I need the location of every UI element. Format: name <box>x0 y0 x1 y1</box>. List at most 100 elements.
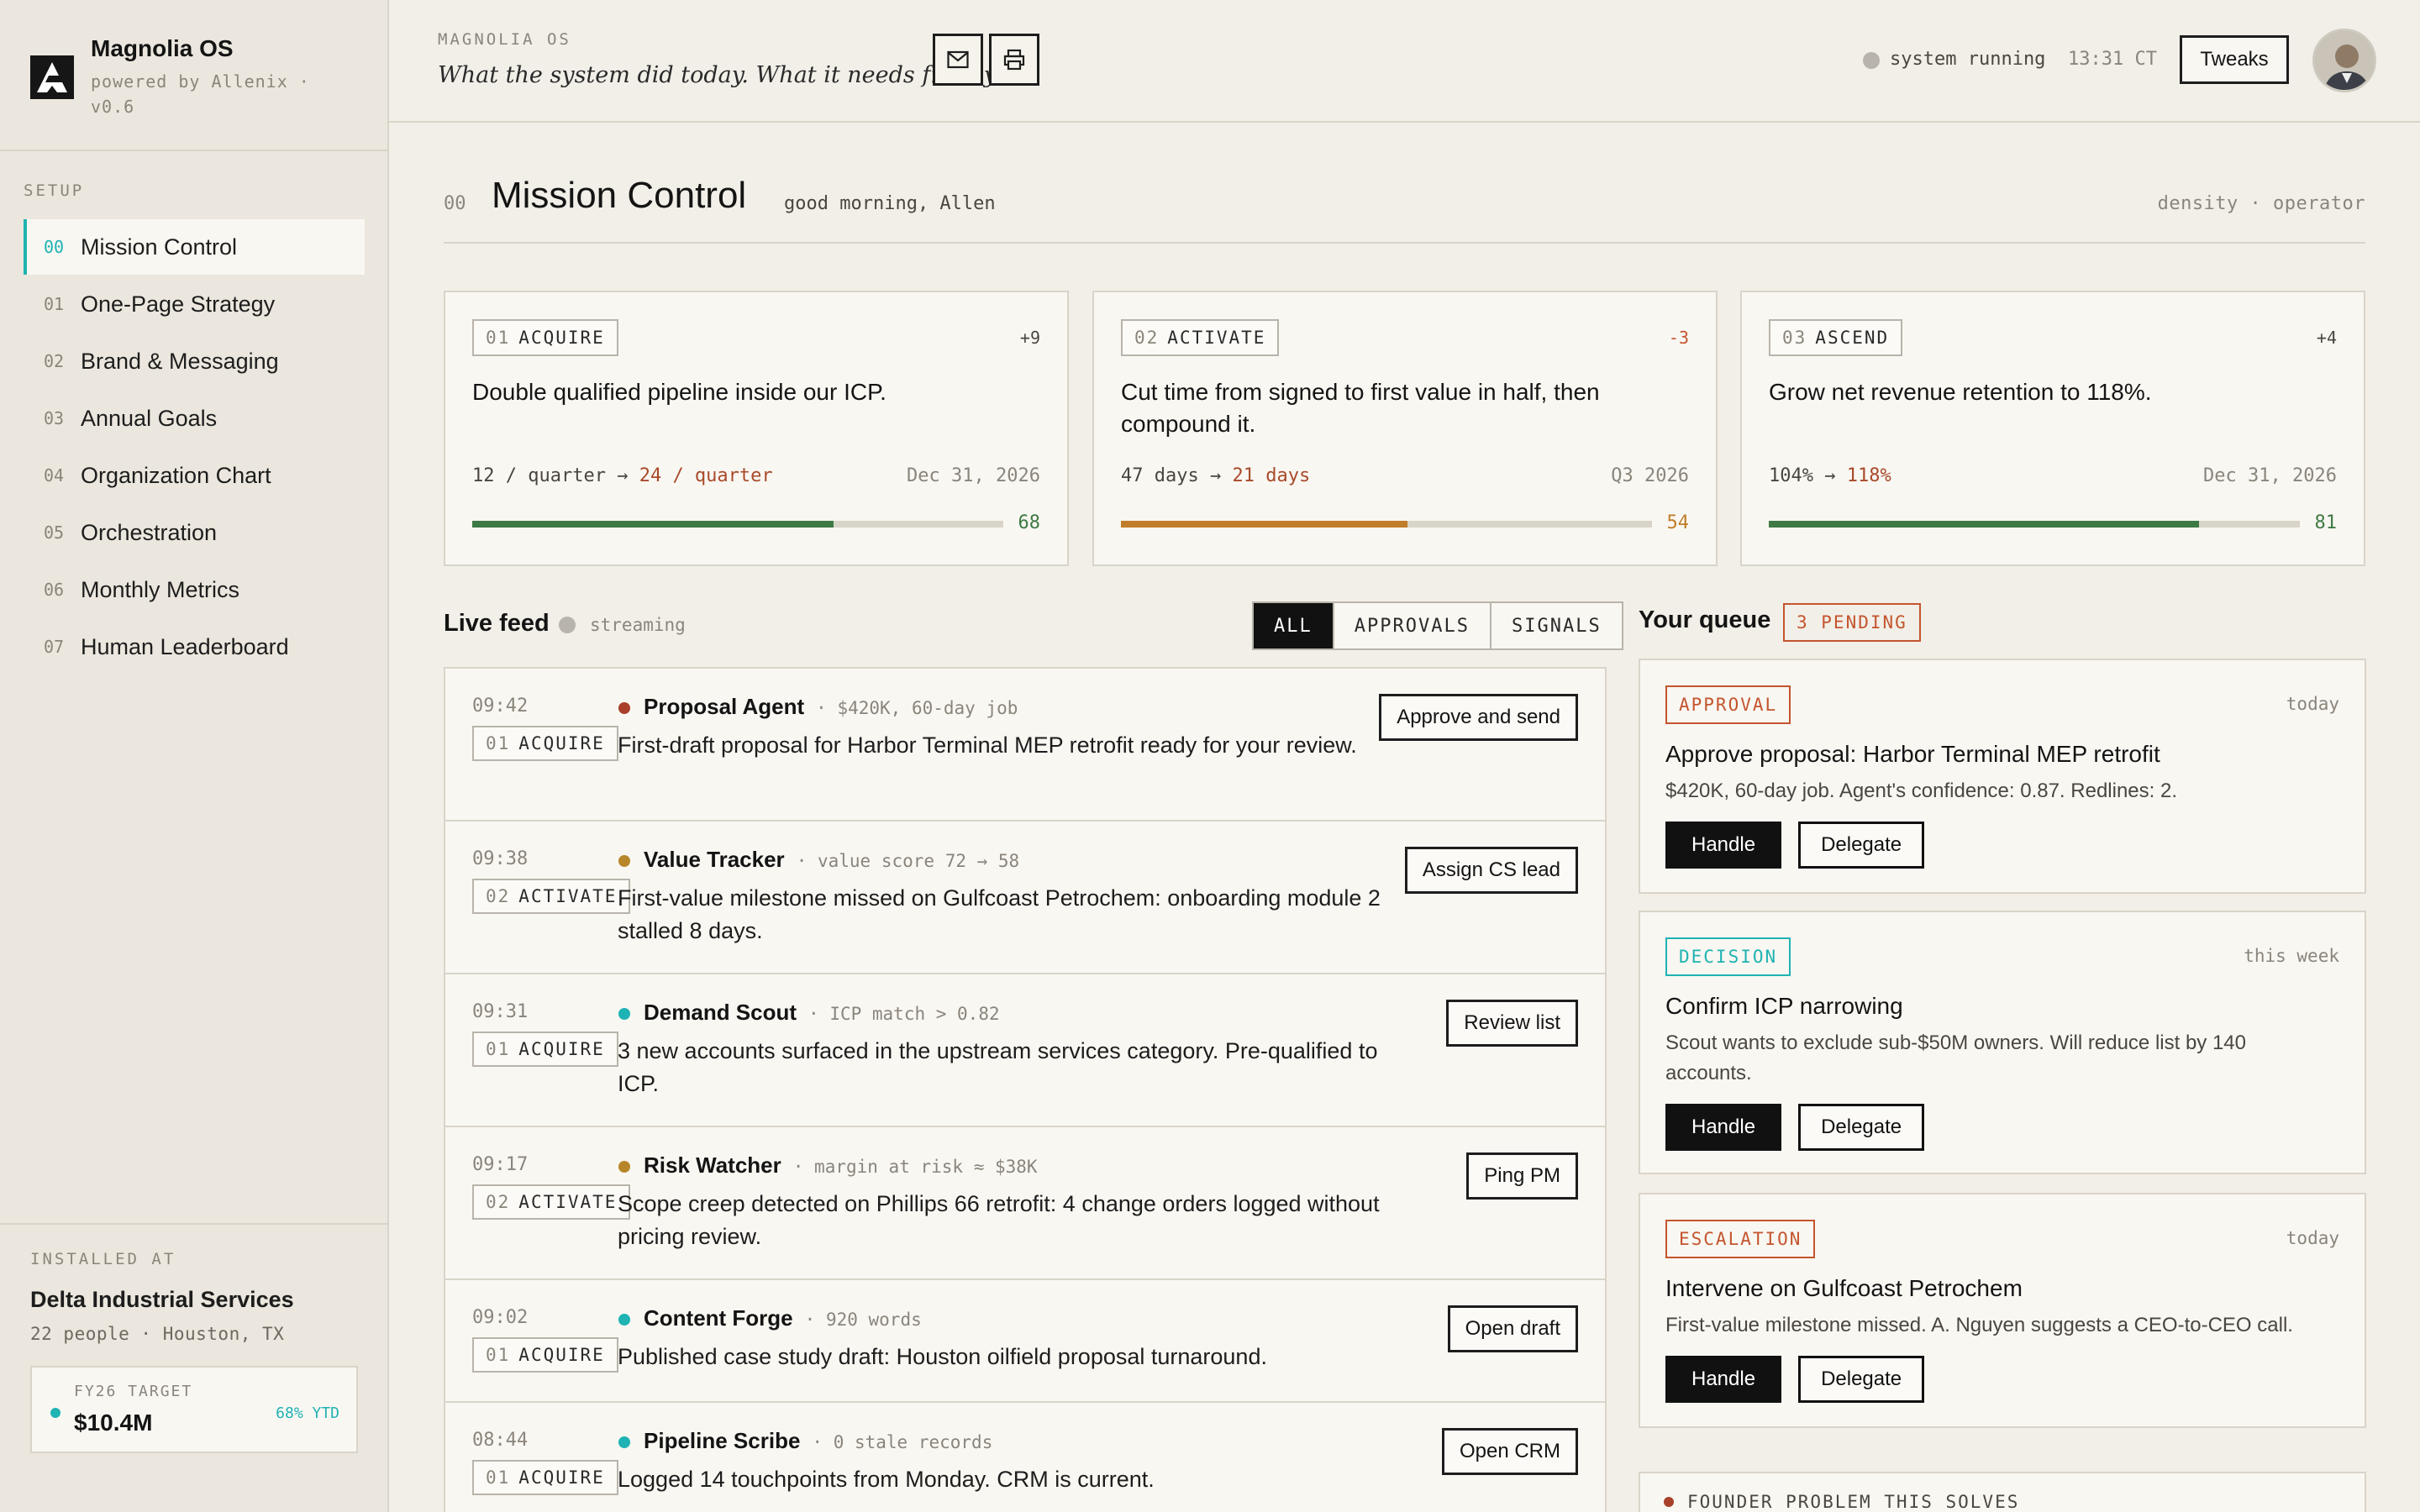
nav-number: 05 <box>44 522 65 543</box>
target-value: $10.4M <box>74 1410 153 1436</box>
print-button[interactable] <box>989 34 1039 86</box>
feed-message: First-draft proposal for Harbor Terminal… <box>618 732 1357 758</box>
header-clock: 13:31 CT <box>2068 49 2157 70</box>
delegate-button[interactable]: Delegate <box>1798 1356 1925 1403</box>
sidebar-item-annual-goals[interactable]: 03 Annual Goals <box>24 391 365 446</box>
goal-progress-fill <box>1121 521 1408 528</box>
agent-name: Content Forge · 920 words <box>644 1305 922 1331</box>
top-header: MAGNOLIA OS What the system did today. W… <box>389 0 2420 123</box>
target-status-dot <box>50 1408 60 1418</box>
nav-number: 06 <box>44 580 65 600</box>
agent-name: Pipeline Scribe · 0 stale records <box>644 1428 993 1453</box>
handle-button[interactable]: Handle <box>1665 1104 1782 1151</box>
queue-card-desc: Scout wants to exclude sub-$50M owners. … <box>1665 1032 2246 1084</box>
goal-card-activate[interactable]: 02 ACTIVATE -3 Cut time from signed to fi… <box>1092 291 1718 566</box>
sidebar-divider <box>0 150 387 151</box>
ping-pm-button[interactable]: Ping PM <box>1466 1152 1578 1200</box>
feed-message: 3 new accounts surfaced in the upstream … <box>618 1038 1378 1096</box>
founder-problem-label: FOUNDER PROBLEM THIS SOLVES <box>1687 1492 2020 1512</box>
sidebar-item-human-leaderboard[interactable]: 07 Human Leaderboard <box>24 619 365 675</box>
mail-button[interactable] <box>933 34 983 86</box>
sidebar-nav: 00 Mission Control 01 One-Page Strategy … <box>24 219 365 676</box>
company-meta: 22 people · Houston, TX <box>30 1324 285 1344</box>
queue-card-desc: $420K, 60-day job. Agent's confidence: 0… <box>1665 780 2177 802</box>
feed-tag: 01 ACQUIRE <box>472 1337 618 1373</box>
goal-score: 54 <box>1666 512 1690 533</box>
user-avatar[interactable] <box>2312 29 2376 92</box>
page-greeting: good morning, Allen <box>784 193 996 214</box>
goal-card-ascend[interactable]: 03 ASCEND +4 Grow net revenue retention t… <box>1740 291 2365 566</box>
magnolia-logo-icon <box>30 55 74 99</box>
target-ytd: 68% YTD <box>276 1404 339 1422</box>
company-name: Delta Industrial Services <box>30 1287 294 1312</box>
feed-filter-group: ALL APPROVALS SIGNALS <box>1252 601 1623 650</box>
filter-signals[interactable]: SIGNALS <box>1489 603 1622 648</box>
approve-and-send-button[interactable]: Approve and send <box>1379 694 1578 741</box>
feed-row: 09:02 01 ACQUIRE Content Forge · 920 words… <box>445 1280 1605 1403</box>
queue-card-actions: Handle Delegate <box>1665 822 1925 869</box>
feed-tag: 01 ACQUIRE <box>472 726 618 761</box>
nav-number: 04 <box>44 465 65 486</box>
sidebar-item-mission-control[interactable]: 00 Mission Control <box>24 219 365 275</box>
system-status-dot <box>1863 52 1880 69</box>
feed-row: 09:17 02 ACTIVATE Risk Watcher · margin at… <box>445 1127 1605 1280</box>
goal-score: 81 <box>2314 512 2338 533</box>
queue-card-title: Confirm ICP narrowing <box>1665 993 1903 1019</box>
goal-metric: 12 / quarter → 24 / quarter <box>472 465 773 486</box>
open-draft-button[interactable]: Open draft <box>1447 1305 1578 1352</box>
queue-when: today <box>2286 1228 2339 1248</box>
agent-name: Proposal Agent · $420K, 60-day job <box>644 694 1018 719</box>
agent-name: Value Tracker · value score 72 → 58 <box>644 847 1020 872</box>
live-feed-title: Live feed <box>444 610 550 637</box>
feed-message: Published case study draft: Houston oilf… <box>618 1344 1267 1369</box>
assign-cs-lead-button[interactable]: Assign CS lead <box>1404 847 1578 894</box>
sidebar: Magnolia OS powered by Allenix · v0.6 SE… <box>0 0 389 1512</box>
sidebar-item-orchestration[interactable]: 05 Orchestration <box>24 505 365 560</box>
goal-tag: 02 ACTIVATE <box>1121 319 1280 356</box>
print-icon <box>1003 49 1025 71</box>
sidebar-item-monthly-metrics[interactable]: 06 Monthly Metrics <box>24 562 365 617</box>
queue-when: this week <box>2244 946 2339 966</box>
queue-kind-badge: APPROVAL <box>1665 685 1791 724</box>
filter-all[interactable]: ALL <box>1254 603 1333 648</box>
goal-text: Cut time from signed to first value in h… <box>1121 379 1600 437</box>
queue-card-decision: DECISION this week Confirm ICP narrowing… <box>1639 911 2366 1174</box>
page-title: Mission Control <box>492 175 747 216</box>
agent-status-dot <box>618 1436 630 1448</box>
nav-label: Orchestration <box>81 519 218 545</box>
handle-button[interactable]: Handle <box>1665 822 1782 869</box>
review-list-button[interactable]: Review list <box>1446 1000 1578 1047</box>
streaming-status: streaming <box>590 615 686 635</box>
page-number: 00 <box>444 193 466 214</box>
filter-approvals[interactable]: APPROVALS <box>1332 603 1490 648</box>
goal-deadline: Dec 31, 2026 <box>907 465 1040 486</box>
agent-status-dot <box>618 702 630 714</box>
queue-card-approval: APPROVAL today Approve proposal: Harbor … <box>1639 659 2366 894</box>
queue-card-title: Approve proposal: Harbor Terminal MEP re… <box>1665 741 2160 767</box>
feed-message: Scope creep detected on Phillips 66 retr… <box>618 1191 1380 1249</box>
delegate-button[interactable]: Delegate <box>1798 1104 1925 1151</box>
feed-row: 09:31 01 ACQUIRE Demand Scout · ICP match … <box>445 974 1605 1127</box>
density-toggle[interactable]: density · operator <box>2158 193 2365 214</box>
queue-kind-badge: DECISION <box>1665 937 1791 976</box>
goal-metric: 47 days → 21 days <box>1121 465 1311 486</box>
pending-badge: 3 PENDING <box>1783 603 1921 642</box>
sidebar-item-organization-chart[interactable]: 04 Organization Chart <box>24 448 365 503</box>
nav-number: 03 <box>44 408 65 428</box>
delegate-button[interactable]: Delegate <box>1798 822 1925 869</box>
queue-card-title: Intervene on Gulfcoast Petrochem <box>1665 1275 2023 1301</box>
sidebar-item-brand-messaging[interactable]: 02 Brand & Messaging <box>24 333 365 389</box>
queue-card-desc: First-value milestone missed. A. Nguyen … <box>1665 1314 2293 1336</box>
tweaks-button[interactable]: Tweaks <box>2180 35 2289 84</box>
sidebar-section-label: SETUP <box>24 181 85 200</box>
open-crm-button[interactable]: Open CRM <box>1441 1428 1578 1475</box>
goal-progress-bar <box>472 521 1003 528</box>
feed-time: 09:38 <box>472 848 529 869</box>
goal-card-acquire[interactable]: 01 ACQUIRE +9 Double qualified pipeline i… <box>444 291 1069 566</box>
agent-name: Demand Scout · ICP match > 0.82 <box>644 1000 1000 1025</box>
brand[interactable]: Magnolia OS powered by Allenix · v0.6 <box>30 35 366 119</box>
nav-number: 01 <box>44 294 65 314</box>
handle-button[interactable]: Handle <box>1665 1356 1782 1403</box>
nav-label: Human Leaderboard <box>81 633 289 659</box>
sidebar-item-one-page-strategy[interactable]: 01 One-Page Strategy <box>24 276 365 332</box>
